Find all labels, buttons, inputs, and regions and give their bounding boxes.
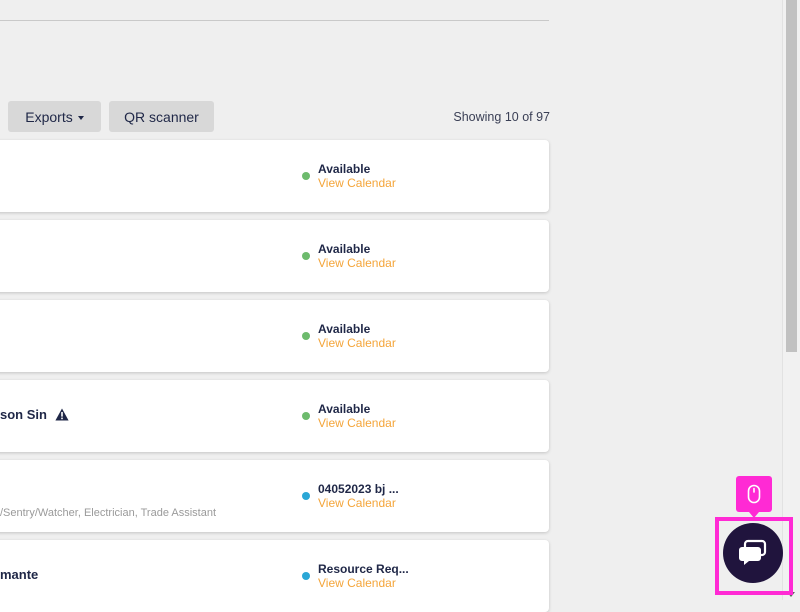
resource-name: mante	[0, 567, 38, 582]
vertical-scrollbar[interactable]	[782, 0, 800, 600]
status-dot-icon	[302, 412, 310, 420]
view-calendar-link[interactable]: View Calendar	[318, 416, 396, 430]
mouse-icon	[747, 484, 761, 504]
status-label: Available	[318, 162, 371, 176]
resource-card[interactable]: Available View Calendar	[0, 300, 549, 372]
status-label: Available	[318, 242, 371, 256]
resource-card[interactable]: son Sin Available View Calendar	[0, 380, 549, 452]
caret-down-icon	[77, 115, 84, 120]
status-dot-icon	[302, 172, 310, 180]
top-divider	[0, 20, 549, 21]
scrollbar-thumb[interactable]	[786, 0, 797, 352]
mouse-indicator-badge	[736, 476, 772, 518]
exports-dropdown-button[interactable]: Exports	[8, 101, 101, 132]
status-dot-icon	[302, 492, 310, 500]
resource-name-text: son Sin	[0, 407, 47, 422]
qr-scanner-label: QR scanner	[124, 108, 199, 125]
status-label: Available	[318, 322, 371, 336]
view-calendar-link[interactable]: View Calendar	[318, 496, 396, 510]
results-count: Showing 10 of 97	[453, 110, 550, 124]
view-calendar-link[interactable]: View Calendar	[318, 256, 396, 270]
view-calendar-link[interactable]: View Calendar	[318, 576, 396, 590]
status-label: Resource Req...	[318, 562, 409, 576]
status-dot-icon	[302, 332, 310, 340]
warning-triangle-icon	[55, 408, 69, 421]
resource-card[interactable]: Available View Calendar	[0, 140, 549, 212]
resource-roles: /Sentry/Watcher, Electrician, Trade Assi…	[0, 507, 217, 519]
chat-bubble-icon	[739, 539, 767, 565]
status-label: Available	[318, 402, 371, 416]
resource-card[interactable]: mante Resource Req... View Calendar	[0, 540, 549, 612]
qr-scanner-button[interactable]: QR scanner	[109, 101, 214, 132]
status-dot-icon	[302, 572, 310, 580]
status-label: 04052023 bj ...	[318, 482, 399, 496]
resource-card[interactable]: Available View Calendar	[0, 220, 549, 292]
exports-label: Exports	[25, 108, 73, 125]
resource-card[interactable]: /Sentry/Watcher, Electrician, Trade Assi…	[0, 460, 549, 532]
status-dot-icon	[302, 252, 310, 260]
view-calendar-link[interactable]: View Calendar	[318, 176, 396, 190]
resource-name: son Sin	[0, 407, 69, 422]
resource-name-text: mante	[0, 567, 39, 582]
view-calendar-link[interactable]: View Calendar	[318, 336, 396, 350]
chat-launcher-button[interactable]	[723, 523, 783, 583]
